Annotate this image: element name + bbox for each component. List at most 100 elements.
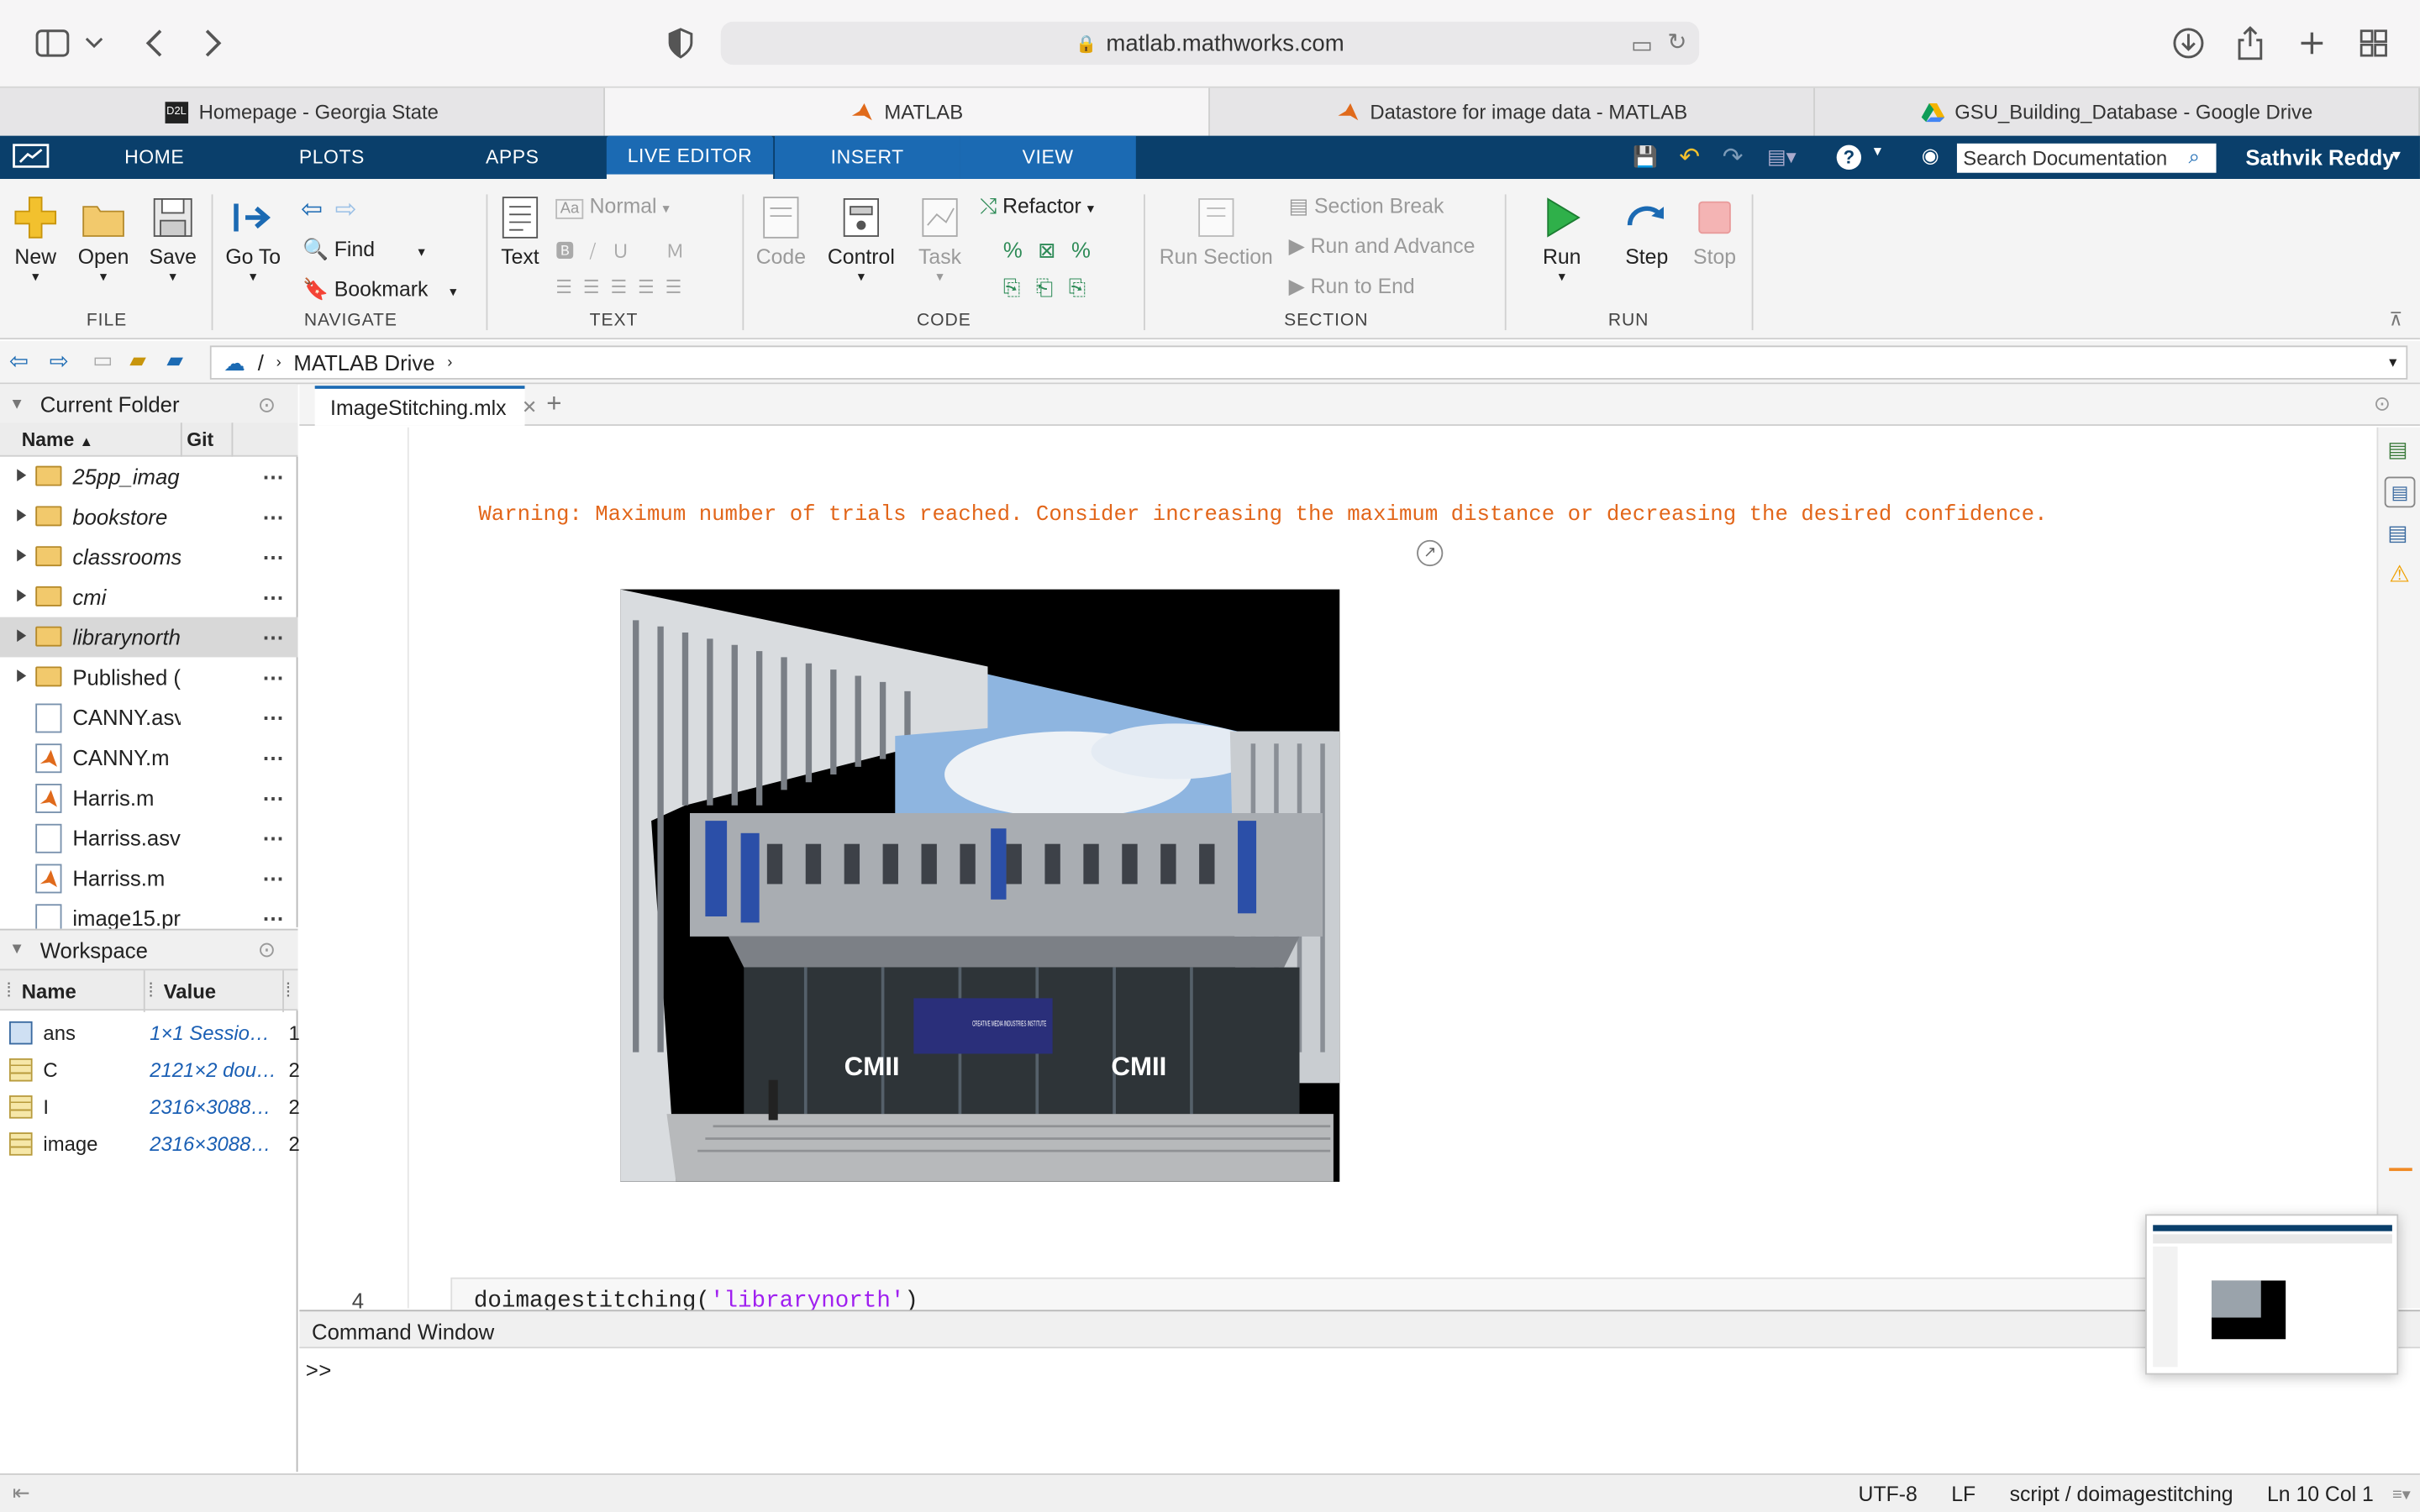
search-documentation-input[interactable]: Search Documentation	[1956, 143, 2217, 173]
more-actions-icon[interactable]: ⋯	[262, 704, 284, 730]
hide-code-icon[interactable]: ▤	[2387, 520, 2407, 546]
search-icon[interactable]: ⌕	[2188, 145, 2199, 170]
goto-button[interactable]: Go To ▾	[221, 194, 286, 285]
folder-list-item[interactable]: Harriss.m ⋯	[0, 858, 297, 898]
tab-apps[interactable]: APPS	[450, 136, 574, 179]
command-window-header[interactable]: Command Window	[299, 1310, 2420, 1349]
folder-list-item[interactable]: CANNY.asv ⋯	[0, 697, 297, 738]
back-icon[interactable]	[133, 22, 176, 65]
screenshot-thumbnail[interactable]	[2145, 1214, 2399, 1375]
forward-arrow-icon[interactable]: ⇨	[335, 194, 357, 225]
expand-triangle-icon[interactable]	[17, 629, 27, 643]
more-actions-icon[interactable]: ⋯	[262, 584, 284, 610]
browser-tab-google-drive[interactable]: GSU_Building_Database - Google Drive	[1815, 87, 2420, 136]
style-dropdown[interactable]: Aa Normal ▾	[555, 194, 694, 219]
output-right-icon[interactable]: ▤	[2387, 437, 2407, 463]
expand-triangle-icon[interactable]	[17, 549, 27, 562]
new-button[interactable]: New ▾	[6, 194, 65, 285]
code-tool-icons-row2[interactable]: ⎘⎗⎘	[1003, 275, 1102, 301]
folder-list-item[interactable]: cmi ⋯	[0, 577, 297, 617]
folder-list-item[interactable]: classrooms ⋯	[0, 537, 297, 577]
panel-menu-icon[interactable]: ⊙	[258, 391, 276, 417]
find-button[interactable]: 🔍 Find ▾	[302, 238, 425, 262]
close-icon[interactable]: ✕	[522, 396, 537, 418]
stitched-image-output[interactable]: CMII CMII CREATIVE MEDIA INDUSTRIES INST…	[620, 589, 1340, 1182]
matlab-desktop-icon[interactable]	[13, 144, 50, 176]
expand-output-icon[interactable]: ↗	[1417, 539, 1444, 567]
more-actions-icon[interactable]: ⋯	[262, 664, 284, 690]
collapse-triangle-icon[interactable]: ▼	[9, 941, 24, 958]
tab-plots[interactable]: PLOTS	[270, 136, 393, 179]
chevron-down-icon[interactable]: ▾	[2389, 354, 2396, 371]
folder-list-item[interactable]: CANNY.m ⋯	[0, 738, 297, 778]
forward-icon[interactable]	[192, 22, 234, 65]
step-button[interactable]: Step	[1618, 194, 1676, 269]
text-format-buttons[interactable]: 🅱⧸Ｕ Ｍ	[555, 238, 700, 264]
expand-triangle-icon[interactable]	[17, 589, 27, 602]
run-button[interactable]: Run ▾	[1533, 194, 1591, 285]
help-icon[interactable]: ?	[1836, 144, 1862, 171]
redo-icon[interactable]: ↷	[1723, 142, 1744, 173]
expand-triangle-icon[interactable]	[17, 469, 27, 482]
undo-icon[interactable]: ↶	[1679, 142, 1700, 173]
add-tab-icon[interactable]: +	[546, 389, 561, 420]
code-tool-icons-row1[interactable]: %⊠%	[1003, 238, 1106, 264]
user-menu[interactable]: Sathvik Reddy	[2245, 145, 2394, 170]
new-tab-icon[interactable]	[2291, 22, 2333, 65]
text-button[interactable]: Text	[494, 194, 546, 269]
folder-list-item[interactable]: bookstore ⋯	[0, 496, 297, 537]
open-button[interactable]: Open ▾	[71, 194, 135, 285]
live-editor[interactable]: Warning: Maximum number of trials reache…	[299, 427, 2377, 1324]
more-actions-icon[interactable]: ⋯	[262, 624, 284, 650]
warning-icon[interactable]: ⚠	[2389, 560, 2410, 588]
folder-list-item[interactable]: Harriss.asv ⋯	[0, 817, 297, 858]
more-actions-icon[interactable]: ⋯	[262, 543, 284, 570]
privacy-shield-icon[interactable]	[659, 22, 702, 65]
expand-triangle-icon[interactable]	[17, 669, 27, 682]
back-arrow-icon[interactable]: ⇦	[301, 194, 323, 225]
workspace-variable-row[interactable]: image 2316×3088… 2	[0, 1125, 300, 1162]
folder-list-item[interactable]: Published (⋯	[0, 657, 297, 697]
collapse-ribbon-icon[interactable]: ⊼	[2389, 308, 2402, 330]
workspace-variable-row[interactable]: C 2121×2 dou… 2	[0, 1051, 300, 1088]
chevron-down-icon[interactable]: ▾	[1874, 144, 1881, 160]
code-button[interactable]: Code	[753, 194, 808, 269]
column-name[interactable]: Name	[22, 979, 76, 1003]
tab-overview-icon[interactable]	[2352, 22, 2395, 65]
workspace-variable-row[interactable]: ans 1×1 Sessio… 1	[0, 1014, 300, 1051]
column-value[interactable]: Value	[164, 979, 216, 1003]
browser-tab-georgia-state[interactable]: D2L Homepage - Georgia State	[0, 87, 605, 136]
up-folder-icon[interactable]: ▭	[92, 347, 113, 373]
tab-live-editor[interactable]: LIVE EDITOR	[606, 135, 774, 180]
browse-folder-icon[interactable]: ▰	[129, 347, 146, 373]
path-root[interactable]: /	[258, 350, 264, 375]
more-actions-icon[interactable]: ⋯	[262, 825, 284, 851]
url-bar[interactable]: 🔒 matlab.mathworks.com ▭ ↻	[720, 21, 1700, 66]
switch-windows-icon[interactable]: ▤▾	[1767, 145, 1797, 170]
panel-menu-icon[interactable]: ⊙	[258, 937, 276, 963]
section-break-button[interactable]: ▤ Section Break	[1289, 194, 1444, 218]
tab-home[interactable]: HOME	[92, 136, 216, 179]
more-actions-icon[interactable]: ⋯	[262, 744, 284, 770]
current-folder-header[interactable]: ▼ Current Folder ⊙	[0, 384, 298, 425]
tab-insert[interactable]: INSERT	[775, 135, 960, 180]
tab-view[interactable]: VIEW	[960, 135, 1136, 180]
more-actions-icon[interactable]: ⋯	[262, 504, 284, 530]
share-icon[interactable]	[2228, 22, 2271, 65]
editor-tab-imagestitching[interactable]: ImageStitching.mlx ✕	[314, 386, 537, 426]
path-input[interactable]: ☁ / › MATLAB Drive › ▾	[209, 345, 2408, 380]
column-name[interactable]: Name ▲	[22, 429, 93, 451]
list-align-buttons[interactable]: ☰☰☰☰☰	[555, 276, 692, 298]
browser-tab-matlab[interactable]: MATLAB	[604, 87, 1210, 136]
status-menu-icon[interactable]: ≡▾	[2392, 1483, 2411, 1504]
panel-menu-icon[interactable]: ⊙	[2374, 392, 2391, 417]
run-to-end-button[interactable]: ▶ Run to End	[1289, 275, 1415, 299]
workspace-variable-row[interactable]: I 2316×3088… 2	[0, 1088, 300, 1125]
run-advance-button[interactable]: ▶ Run and Advance	[1289, 234, 1476, 259]
browser-tab-datastore[interactable]: Datastore for image data - MATLAB	[1210, 87, 1815, 136]
more-actions-icon[interactable]: ⋯	[262, 905, 284, 931]
community-icon[interactable]: ◉	[1922, 144, 1939, 168]
run-section-button[interactable]: Run Section	[1155, 194, 1278, 269]
column-git[interactable]: Git	[187, 429, 213, 451]
stop-button[interactable]: Stop	[1687, 194, 1743, 269]
